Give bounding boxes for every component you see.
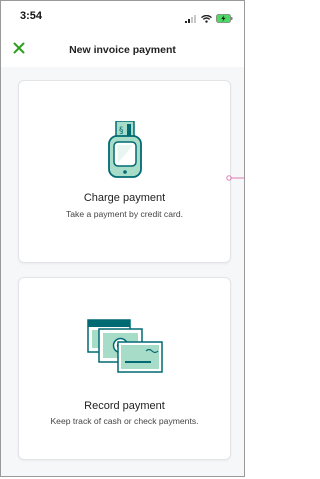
record-payment-title: Record payment xyxy=(84,400,165,412)
edge-marker xyxy=(225,169,244,181)
record-payment-card[interactable]: Record payment Keep track of cash or che… xyxy=(18,277,231,460)
cash-and-check-icon xyxy=(86,319,163,373)
svg-text:§: § xyxy=(119,126,124,136)
signal-icon xyxy=(185,10,197,28)
charge-payment-title: Charge payment xyxy=(83,192,166,204)
app-screen: 3:54 New invoice payment § Charge paymen… xyxy=(0,0,245,477)
cash-and-check-illustration xyxy=(19,319,230,377)
status-bar: 3:54 xyxy=(1,1,244,27)
card-reader-illustration: § xyxy=(19,121,230,179)
wifi-icon xyxy=(201,10,212,28)
status-icons xyxy=(185,10,233,28)
charge-payment-card[interactable]: § Charge payment Take a payment by credi… xyxy=(18,80,231,263)
nav-bar: New invoice payment xyxy=(1,27,244,67)
charge-payment-subtitle: Take a payment by credit card. xyxy=(65,209,184,219)
battery-charging-icon xyxy=(216,10,233,28)
page-title: New invoice payment xyxy=(69,44,176,56)
status-time: 3:54 xyxy=(20,10,43,22)
record-payment-subtitle: Keep track of cash or check payments. xyxy=(50,416,199,426)
card-reader-icon: § xyxy=(107,121,142,178)
